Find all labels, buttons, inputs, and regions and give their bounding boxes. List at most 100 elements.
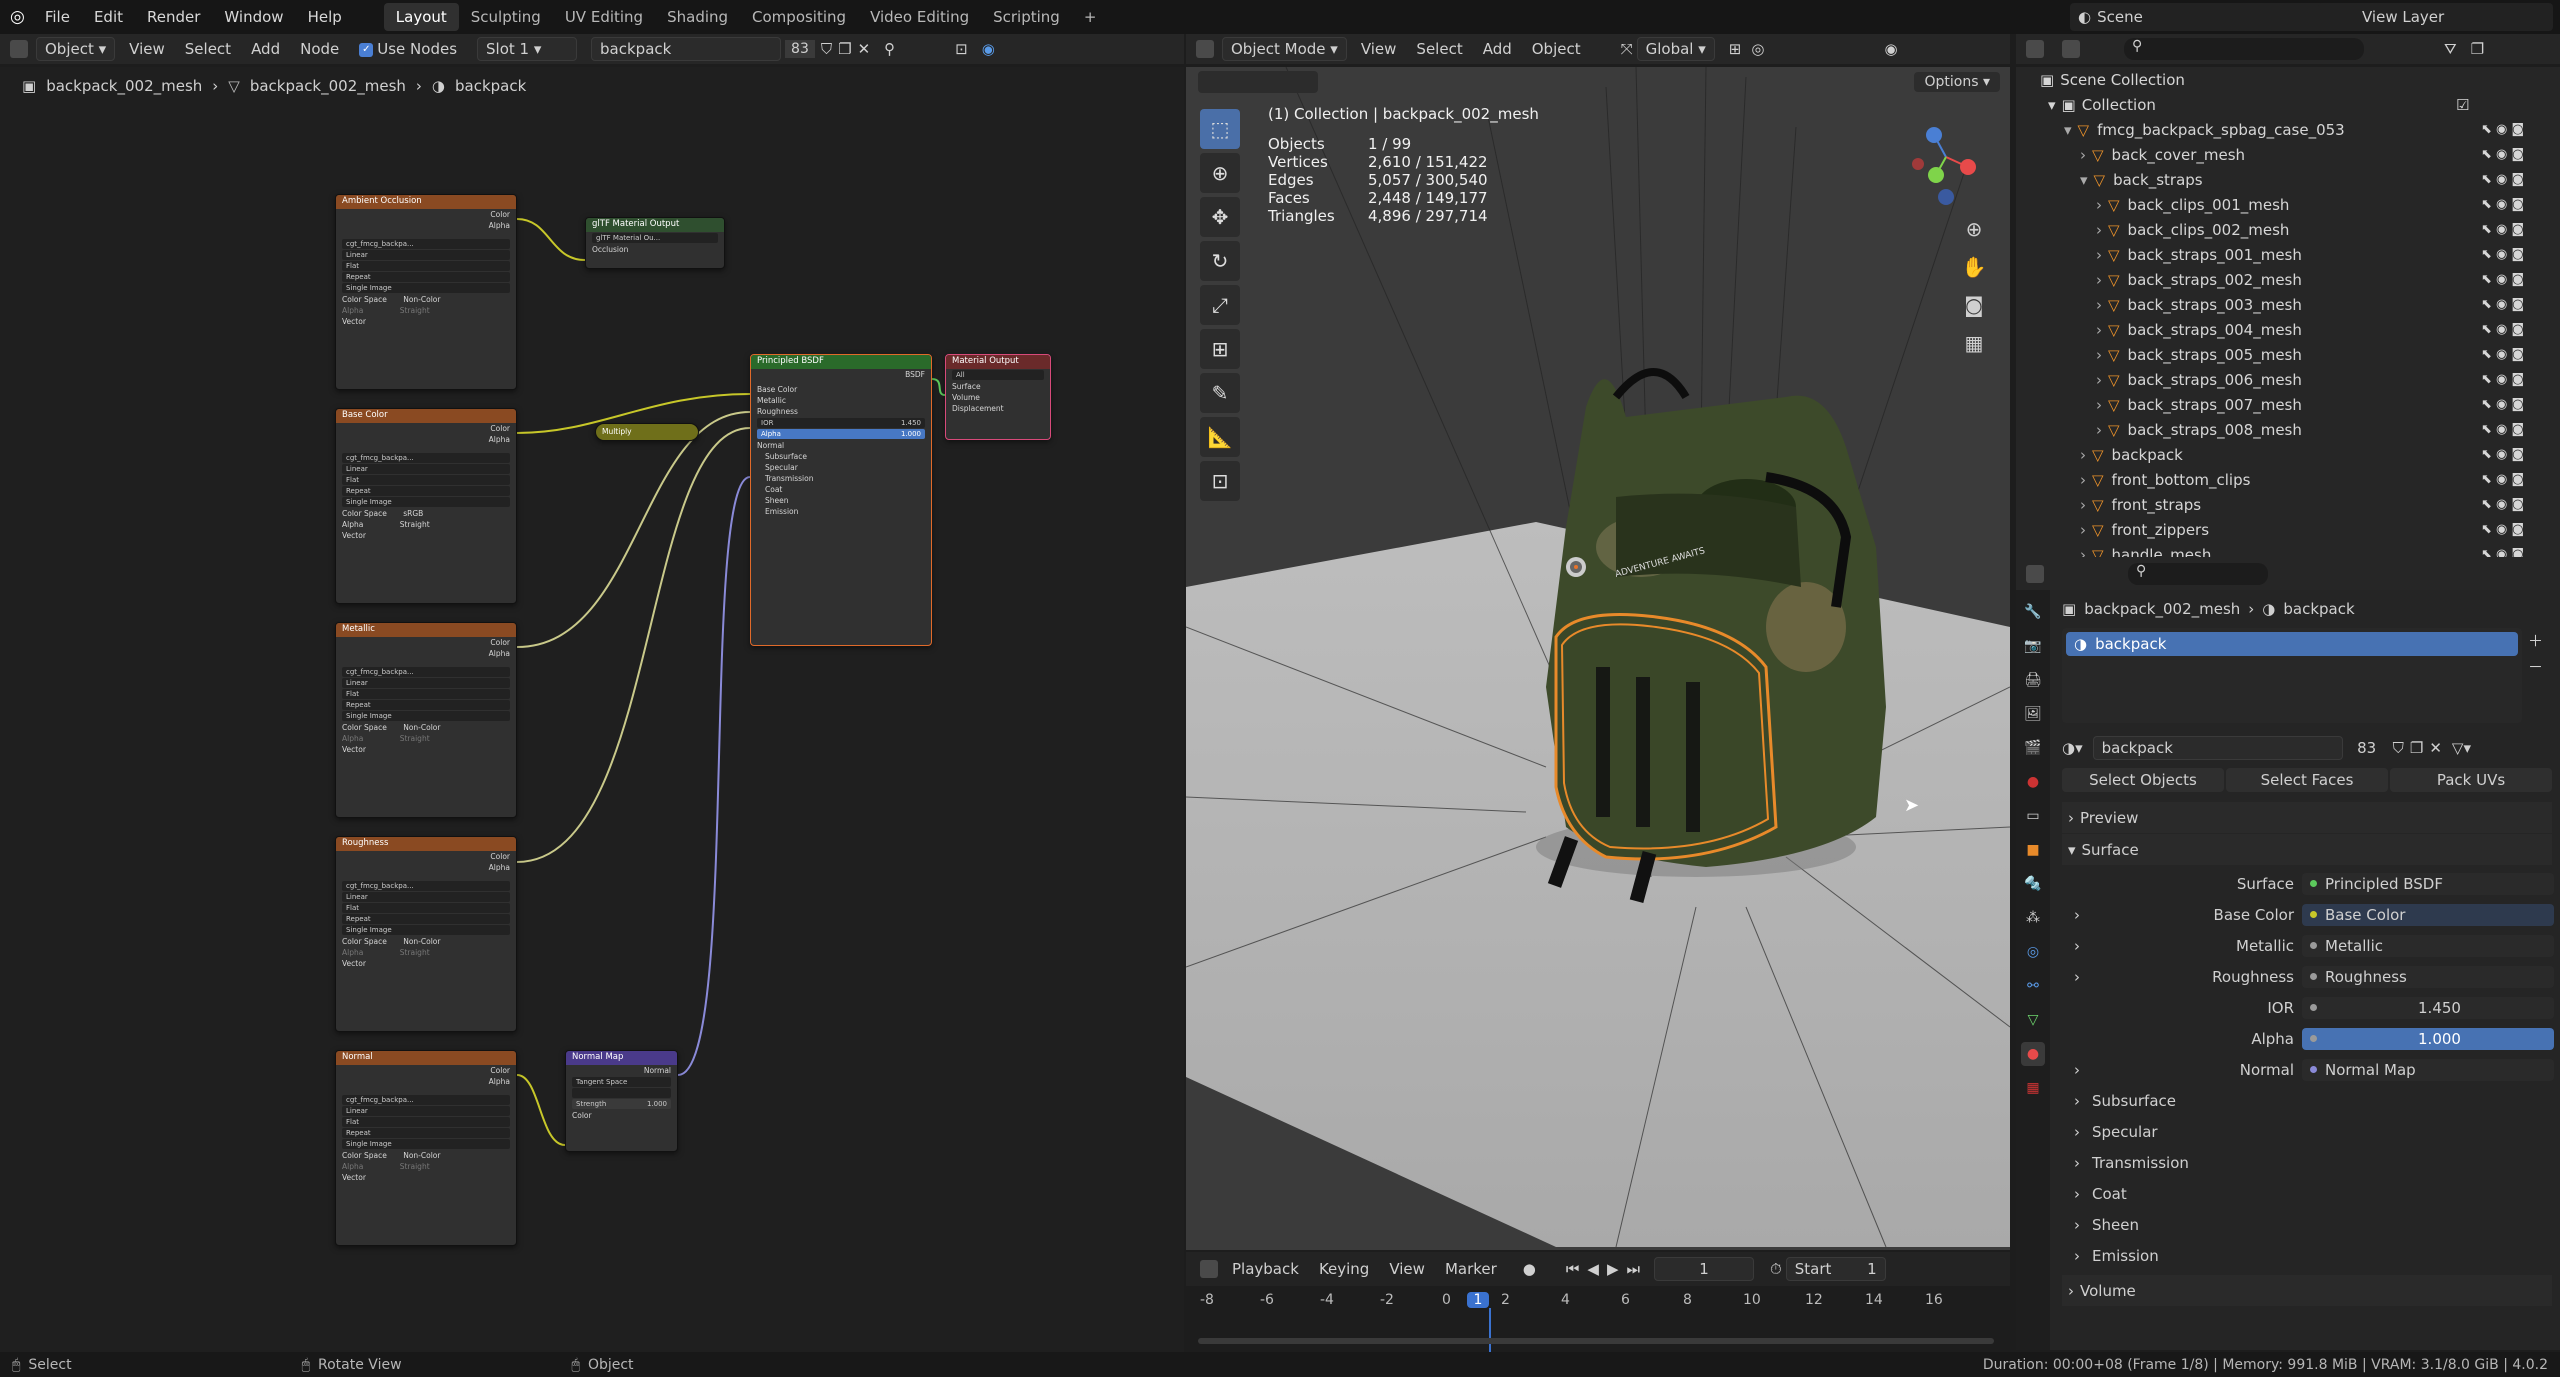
row-visibility-icons[interactable]: ⬉ ◉ ◙ (2481, 122, 2524, 137)
outliner-row[interactable]: › ▽ back_clips_001_mesh ⬉ ◉ ◙ (2016, 192, 2560, 217)
timeline-editor-icon[interactable] (1200, 1260, 1218, 1278)
new-collection-icon[interactable]: ❐ (2471, 40, 2484, 58)
row-visibility-icons[interactable]: ⬉ ◉ ◙ (2481, 347, 2524, 362)
expand-icon[interactable]: › (2096, 196, 2102, 214)
strength-field[interactable]: Strength 1.000 (572, 1099, 671, 1109)
row-visibility-icons[interactable]: ⬉ ◉ ◙ (2481, 322, 2524, 337)
row-visibility-icons[interactable]: ⬉ ◉ ◙ (2481, 197, 2524, 212)
editor-type-icon[interactable] (1196, 40, 1214, 58)
expand-icon[interactable]: › (2080, 521, 2086, 539)
row-visibility-icons[interactable]: ⬉ ◉ ◙ (2481, 447, 2524, 462)
use-nodes-checkbox[interactable]: ✓ Use Nodes (349, 40, 467, 58)
projection-dropdown[interactable]: Flat (342, 261, 510, 271)
tab-layout[interactable]: Layout (383, 3, 459, 31)
world-tab-icon[interactable]: ● (2021, 770, 2045, 794)
fake-user-icon[interactable]: ⛉ (2393, 739, 2404, 757)
menu-render[interactable]: Render (135, 8, 212, 26)
ior-field[interactable]: IOR 1.450 (757, 418, 925, 428)
menu-view[interactable]: View (1351, 40, 1407, 58)
expand-icon[interactable]: › (2096, 246, 2102, 264)
surface-panel-header[interactable]: ▾ Surface (2062, 834, 2552, 865)
alpha-mode-row[interactable]: Alpha Straight (336, 947, 516, 958)
texture-tab-icon[interactable]: ▦ (2021, 1076, 2045, 1100)
expand-icon[interactable]: ▾ (2064, 121, 2072, 139)
snap-icon[interactable]: ⊡ (955, 40, 968, 58)
panel-sheen[interactable]: Sheen (751, 495, 931, 506)
projection-dropdown[interactable]: Flat (342, 689, 510, 699)
principled-bsdf-node[interactable]: Principled BSDF BSDF Base Color Metallic… (750, 354, 932, 646)
menu-view[interactable]: View (119, 40, 175, 58)
row-visibility-icons[interactable]: ⬉ ◉ ◙ (2481, 547, 2524, 557)
node-editor[interactable]: ▣ backpack_002_mesh › ▽ backpack_002_mes… (0, 67, 1184, 1352)
perspective-grid-icon[interactable]: ▦ (1958, 331, 1990, 369)
normal-texture-node[interactable]: Normal Color Alpha cgt_fmcg_backpa... Li… (335, 1050, 517, 1246)
row-visibility-icons[interactable]: ⬉ ◉ ◙ (2481, 522, 2524, 537)
expand-icon[interactable]: › (2096, 296, 2102, 314)
duplicate-material-icon[interactable]: ❐ (838, 40, 851, 58)
scene-tab-icon[interactable]: 🎬 (2021, 736, 2045, 760)
prop-field[interactable]: Metallic (2302, 934, 2554, 957)
expand-icon[interactable]: › (2074, 906, 2080, 924)
panel-subsurface[interactable]: Subsurface (751, 451, 931, 462)
outliner-row[interactable]: › ▽ back_straps_004_mesh ⬉ ◉ ◙ (2016, 317, 2560, 342)
roughness-node[interactable]: Roughness Color Alpha cgt_fmcg_backpa...… (335, 836, 517, 1032)
tool-tab-icon[interactable]: 🔧 (2021, 600, 2045, 624)
orientation-dropdown[interactable]: Global ▾ (1636, 37, 1715, 61)
outliner-row[interactable]: › ▽ back_clips_002_mesh ⬉ ◉ ◙ (2016, 217, 2560, 242)
outliner-row[interactable]: ▾ ▽ fmcg_backpack_spbag_case_053 ⬉ ◉ ◙ (2016, 117, 2560, 142)
source-dropdown[interactable]: Single Image (342, 1139, 510, 1149)
tab-uv-editing[interactable]: UV Editing (553, 3, 655, 31)
row-visibility-icons[interactable]: ⬉ ◉ ◙ (2481, 397, 2524, 412)
source-dropdown[interactable]: Single Image (342, 497, 510, 507)
color-space-row[interactable]: Color Space Non-Color (336, 294, 516, 305)
timeline-view-menu[interactable]: View (1379, 1260, 1435, 1278)
row-visibility-icons[interactable]: ⬉ ◉ ◙ (2481, 272, 2524, 287)
surface-subpanel[interactable]: › Emission (2062, 1240, 2552, 1271)
mode-dropdown[interactable]: Object Mode ▾ (1222, 37, 1347, 61)
menu-add[interactable]: Add (1473, 40, 1522, 58)
modifier-tab-icon[interactable]: 🔩 (2021, 872, 2045, 896)
view-layer-tab-icon[interactable]: 🖼 (2021, 702, 2045, 726)
measure-tool[interactable]: 📐 (1200, 417, 1240, 457)
source-dropdown[interactable]: Single Image (342, 925, 510, 935)
record-icon[interactable]: ● (1523, 1260, 1536, 1278)
multiply-node[interactable]: Multiply (595, 423, 699, 441)
select-box-tool[interactable]: ⬚ (1200, 109, 1240, 149)
camera-icon[interactable]: ◙ (1958, 293, 1990, 331)
expand-icon[interactable]: › (2080, 446, 2086, 464)
current-frame-field[interactable]: 1 (1654, 1257, 1755, 1281)
data-tab-icon[interactable]: ▽ (2021, 1008, 2045, 1032)
physics-tab-icon[interactable]: ◎ (2021, 940, 2045, 964)
row-visibility-icons[interactable]: ⬉ ◉ ◙ (2481, 222, 2524, 237)
material-tab-icon[interactable]: ● (2021, 1042, 2045, 1066)
projection-dropdown[interactable]: Flat (342, 903, 510, 913)
move-tool[interactable]: ✥ (1200, 197, 1240, 237)
start-frame-field[interactable]: Start 1 (1785, 1257, 1886, 1281)
row-visibility-icons[interactable]: ⬉ ◉ ◙ (2481, 297, 2524, 312)
alpha-mode-row[interactable]: Alpha Straight (336, 733, 516, 744)
expand-icon[interactable]: › (2096, 396, 2102, 414)
zoom-icon[interactable]: ⊕ (1958, 217, 1990, 255)
row-visibility-icons[interactable]: ⬉ ◉ ◙ (2481, 147, 2524, 162)
marker-menu[interactable]: Marker (1435, 1260, 1507, 1278)
outliner-row[interactable]: › ▽ back_straps_005_mesh ⬉ ◉ ◙ (2016, 342, 2560, 367)
tab-shading[interactable]: Shading (655, 3, 740, 31)
pin-icon[interactable]: ⚲ (884, 40, 895, 58)
expand-icon[interactable]: ▾ (2080, 171, 2088, 189)
space-dropdown[interactable]: Tangent Space (572, 1077, 671, 1087)
menu-object[interactable]: Object (1522, 40, 1591, 58)
proportional-edit-icon[interactable]: ◎ (1751, 40, 1764, 58)
play-icon[interactable]: ▶ (1607, 1260, 1619, 1278)
preview-panel-header[interactable]: › Preview (2062, 802, 2552, 833)
prop-field[interactable]: Base Color (2302, 903, 2554, 926)
color-space-row[interactable]: Color Space sRGB (336, 508, 516, 519)
metallic-node[interactable]: Metallic Color Alpha cgt_fmcg_backpa... … (335, 622, 517, 818)
alpha-mode-row[interactable]: Alpha Straight (336, 305, 516, 316)
timeline-scrollbar[interactable] (1198, 1338, 1994, 1344)
expand-icon[interactable]: › (2080, 471, 2086, 489)
menu-file[interactable]: File (33, 8, 82, 26)
prop-field[interactable]: Principled BSDF (2302, 872, 2554, 895)
outliner-row[interactable]: › ▽ back_straps_008_mesh ⬉ ◉ ◙ (2016, 417, 2560, 442)
menu-select[interactable]: Select (175, 40, 241, 58)
extension-dropdown[interactable]: Repeat (342, 1128, 510, 1138)
